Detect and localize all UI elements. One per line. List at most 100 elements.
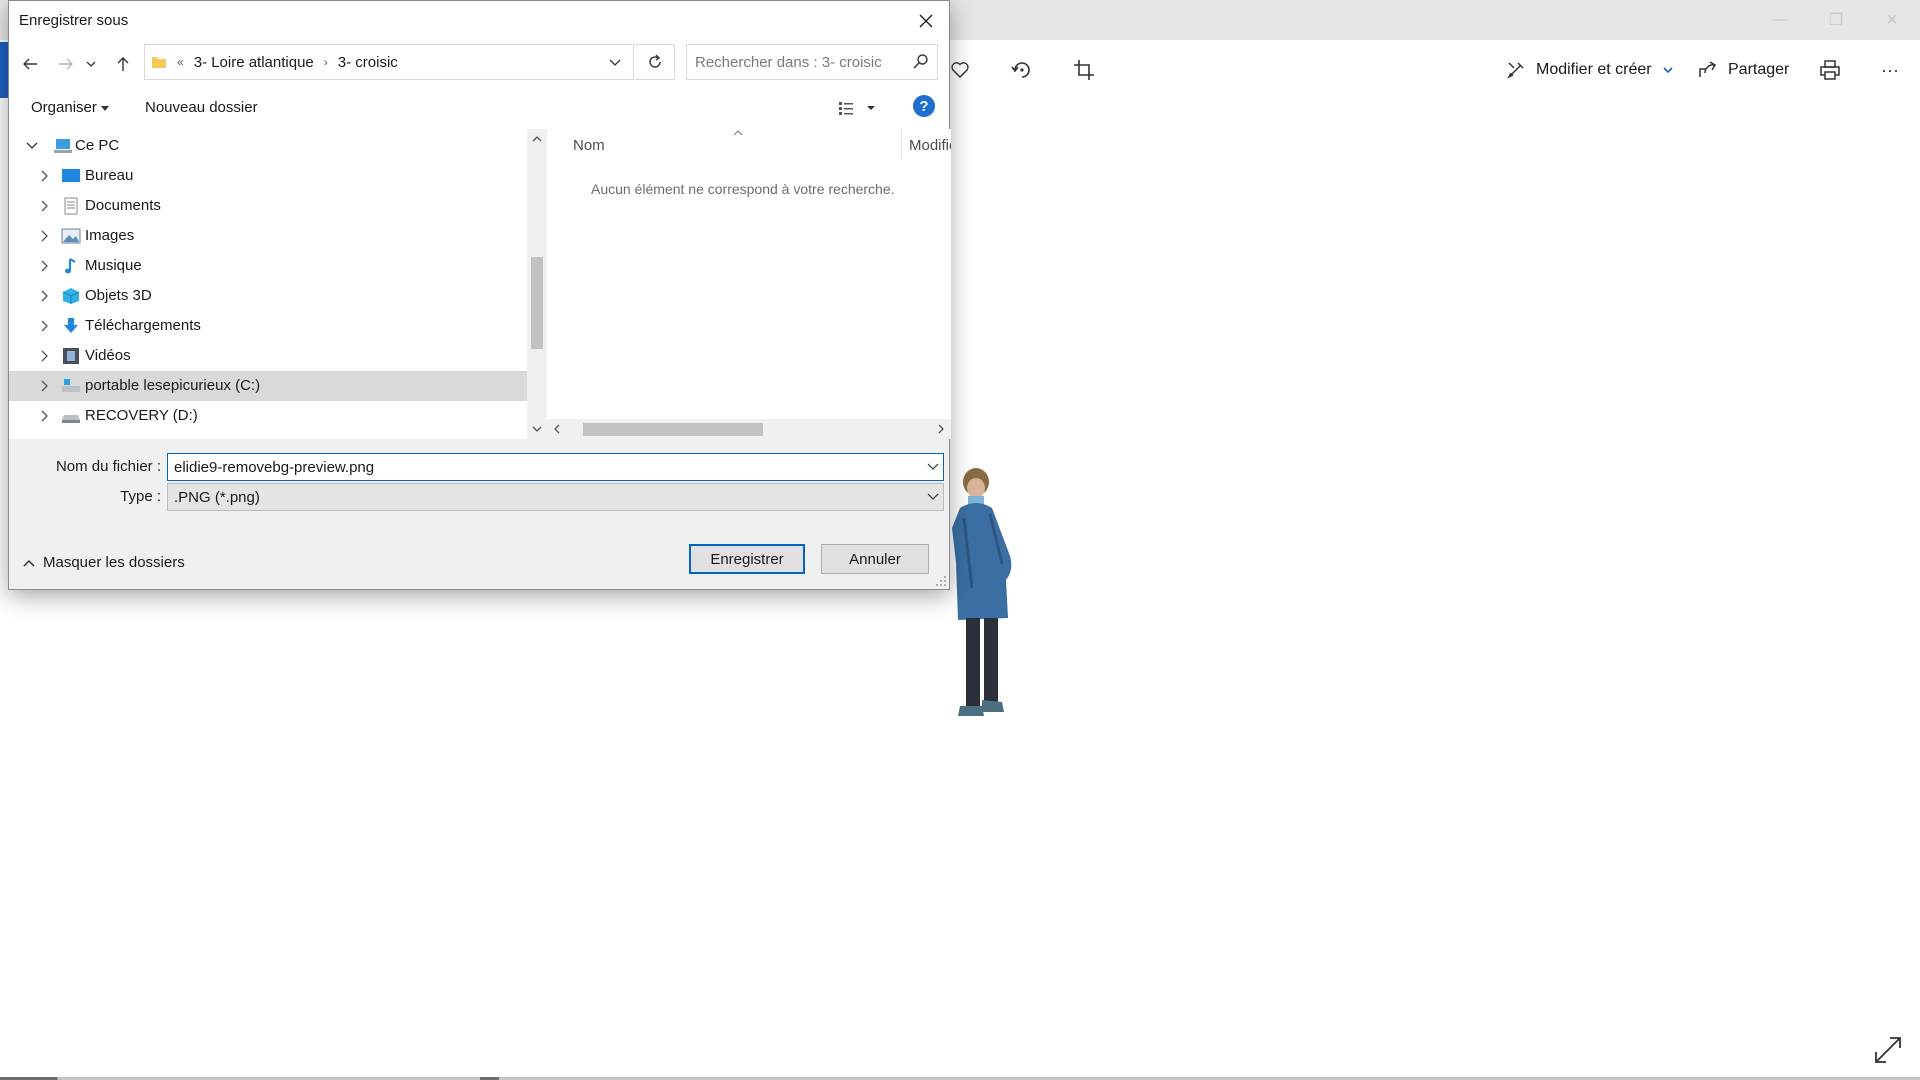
column-header-modified[interactable]: Modifié [909,137,951,154]
file-list-scroll-thumb[interactable] [583,423,763,436]
edit-create-button[interactable]: Modifier et créer [1506,50,1674,90]
breadcrumb-segment[interactable]: 3- Loire atlantique [194,54,314,71]
desktop-icon [62,169,80,182]
recent-locations-button[interactable] [83,51,99,77]
chevron-down-icon[interactable] [927,462,939,472]
chevron-right-icon[interactable] [37,379,51,393]
scroll-up-icon[interactable] [532,135,542,143]
save-button[interactable]: Enregistrer [689,544,805,574]
breadcrumb-segment[interactable]: 3- croisic [338,54,398,71]
tree-item-telechargements[interactable]: Téléchargements [9,311,527,341]
chevron-right-icon[interactable] [37,409,51,423]
chevron-down-icon [609,59,621,66]
print-icon[interactable] [1810,50,1850,90]
tree-item-label: Téléchargements [85,317,201,334]
maximize-button[interactable]: ❐ [1808,0,1864,40]
chevron-right-icon[interactable] [37,349,51,363]
breadcrumb-separator-icon[interactable]: › [324,55,328,69]
tree-item-ce-pc[interactable]: Ce PC [9,131,527,161]
chevron-right-icon[interactable] [37,229,51,243]
up-button[interactable] [113,51,133,77]
column-header-name[interactable]: Nom [573,137,605,154]
forward-button[interactable] [53,51,79,77]
tree-item-drive-d[interactable]: RECOVERY (D:) [9,401,527,431]
dialog-close-button[interactable] [903,1,949,41]
chevron-right-icon[interactable] [37,319,51,333]
share-button[interactable]: Partager [1698,50,1789,90]
view-options-icon[interactable] [837,99,881,117]
address-dropdown-button[interactable] [597,45,633,79]
minimize-button[interactable]: — [1752,0,1808,40]
documents-icon [64,197,78,215]
edit-create-label: Modifier et créer [1536,61,1652,78]
filename-combobox[interactable] [167,453,944,481]
music-icon [65,258,76,274]
edit-create-icon [1507,62,1524,79]
address-bar[interactable]: « 3- Loire atlantique › 3- croisic [144,44,634,80]
pictures-icon [61,228,81,244]
chevron-right-icon[interactable] [37,199,51,213]
cancel-button[interactable]: Annuler [821,544,929,574]
expand-icon[interactable] [1872,1034,1904,1066]
tree-item-musique[interactable]: Musique [9,251,527,281]
filetype-label: Type : [120,488,161,505]
command-bar: Organiser Nouveau dossier ? [9,85,949,130]
chevron-right-icon[interactable] [37,289,51,303]
share-label: Partager [1728,61,1790,78]
file-list-horizontal-scrollbar[interactable] [547,419,951,439]
tree-item-label: Ce PC [75,137,120,154]
breadcrumb-overflow[interactable]: « [177,55,184,69]
dialog-titlebar: Enregistrer sous [9,1,949,41]
tree-item-label: Objets 3D [85,287,152,304]
organize-menu[interactable]: Organiser [31,99,110,116]
crop-icon[interactable] [1064,50,1104,90]
sort-ascending-icon [733,130,743,136]
scroll-down-icon[interactable] [532,425,542,433]
chevron-down-icon[interactable] [25,139,39,153]
tree-scroll-thumb[interactable] [531,257,543,349]
new-folder-button[interactable]: Nouveau dossier [145,99,258,116]
tree-vertical-scrollbar[interactable] [528,129,546,439]
scroll-right-icon[interactable] [937,424,945,434]
caret-down-icon [101,106,110,111]
chevron-up-icon [23,559,35,567]
filename-input[interactable] [168,454,914,480]
rotate-icon[interactable] [1002,50,1042,90]
more-options-icon[interactable]: ··· [1870,50,1910,90]
chevron-down-icon [86,61,96,67]
chevron-right-icon[interactable] [37,169,51,183]
filename-label: Nom du fichier : [55,458,161,475]
scroll-left-icon[interactable] [553,424,561,434]
save-as-dialog: Enregistrer sous « 3- Loire atlantique ›… [8,0,951,590]
resize-grip-icon[interactable] [935,575,947,587]
computer-icon [54,139,72,153]
tree-item-images[interactable]: Images [9,221,527,251]
tree-item-objets-3d[interactable]: Objets 3D [9,281,527,311]
back-button[interactable] [17,51,43,77]
chevron-down-icon [1663,67,1673,74]
drive-c-icon [62,379,80,392]
tree-item-documents[interactable]: Documents [9,191,527,221]
tree-item-bureau[interactable]: Bureau [9,161,527,191]
arrow-up-icon [117,57,129,71]
arrow-right-icon [59,58,73,70]
help-icon[interactable]: ? [913,95,935,117]
tree-item-label: Vidéos [85,347,131,364]
filetype-select[interactable]: .PNG (*.png) [167,483,944,511]
refresh-button[interactable] [635,44,675,80]
column-divider[interactable] [901,129,902,159]
chevron-down-icon[interactable] [927,492,939,502]
tree-item-videos[interactable]: Vidéos [9,341,527,371]
search-box[interactable] [686,44,938,80]
chevron-right-icon[interactable] [37,259,51,273]
search-input[interactable] [687,45,905,79]
hide-folders-toggle[interactable]: Masquer les dossiers [23,554,185,571]
close-icon [919,14,933,28]
search-icon[interactable] [913,53,929,69]
dialog-title: Enregistrer sous [19,12,129,29]
tree-item-drive-c[interactable]: portable lesepicurieux (C:) [9,371,527,401]
refresh-icon [648,54,661,68]
downloads-icon [64,318,78,333]
close-window-button[interactable]: ✕ [1864,0,1920,40]
file-list: Nom Modifié Aucun élément ne correspond … [547,129,951,419]
